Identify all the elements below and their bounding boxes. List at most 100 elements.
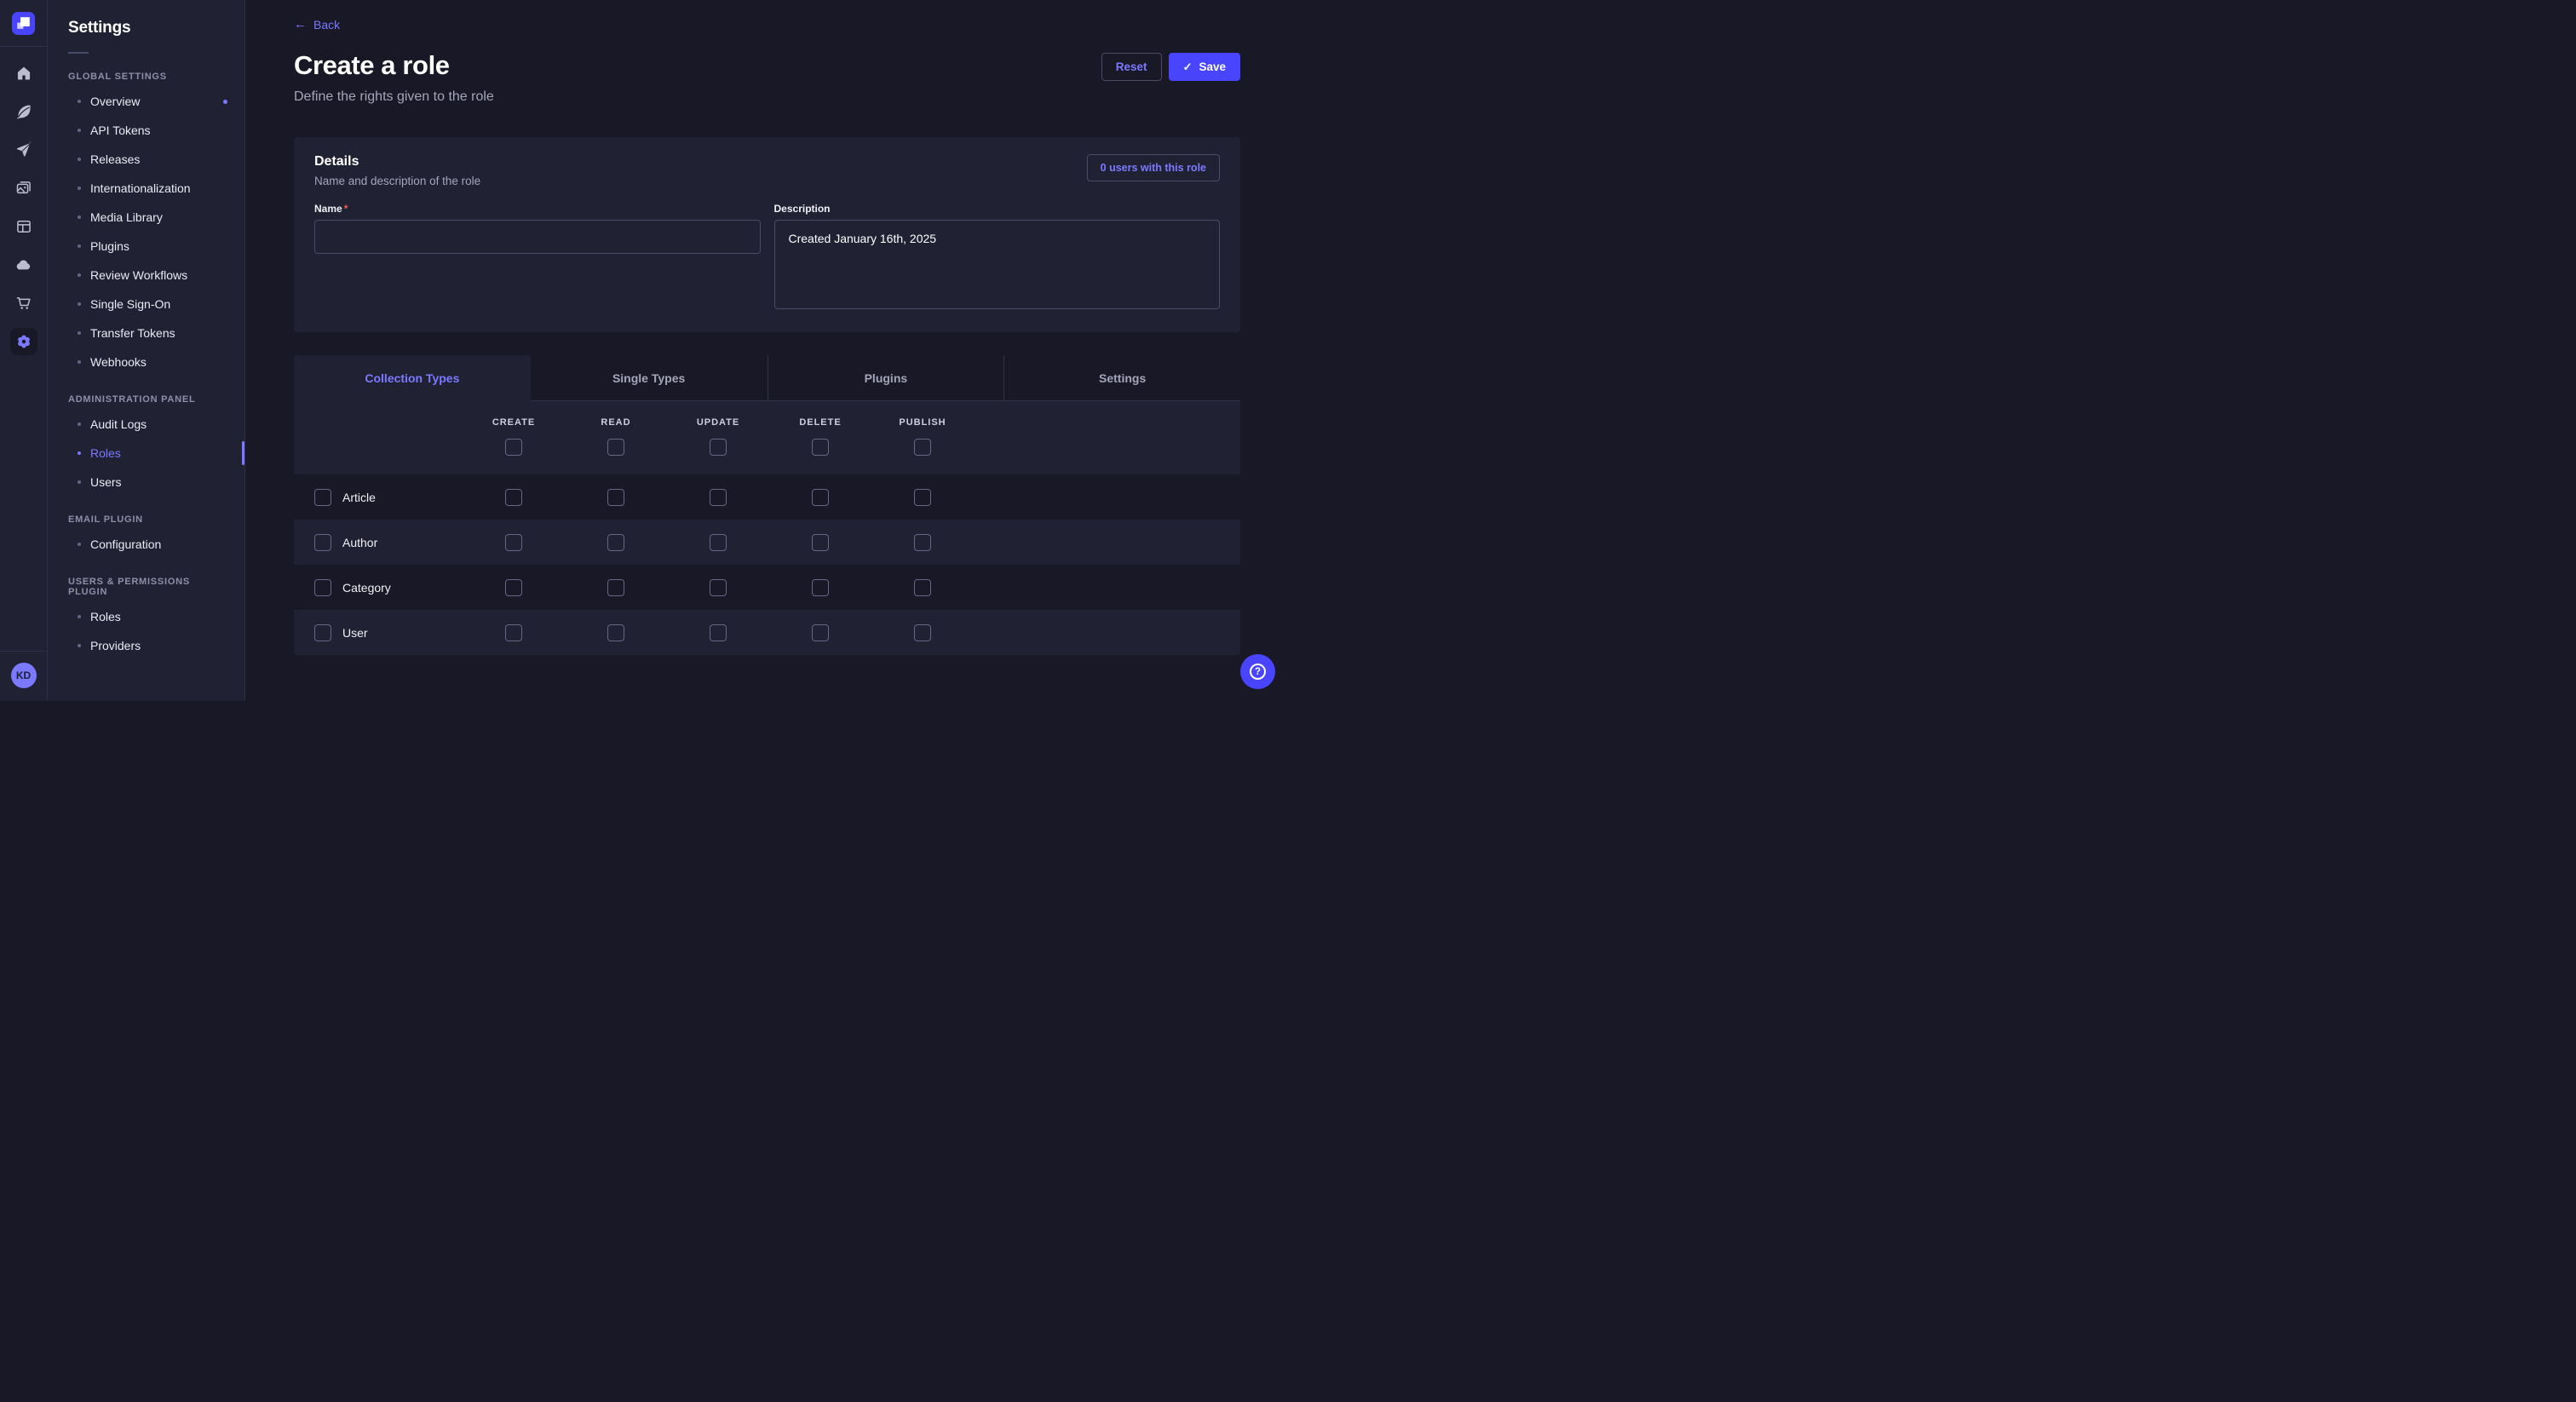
- sidebar-layout-button[interactable]: [10, 213, 37, 240]
- back-link[interactable]: ← Back: [294, 18, 340, 32]
- content-type-label: Article: [342, 491, 376, 504]
- sidebar-item-label: Internationalization: [90, 181, 191, 195]
- sidebar-item-label: Overview: [90, 95, 140, 108]
- category-read-checkbox[interactable]: [607, 579, 624, 596]
- permission-cell: [769, 534, 871, 551]
- page-content: ← Back Create a role Define the rights g…: [245, 0, 1288, 655]
- row-name-cell: Article: [294, 489, 463, 506]
- sidebar-item-label: Releases: [90, 152, 140, 166]
- sidebar-cloud-button[interactable]: [10, 251, 37, 279]
- strapi-logo[interactable]: [12, 12, 35, 35]
- sidebar-item-webhooks[interactable]: Webhooks: [48, 348, 244, 376]
- article-delete-checkbox[interactable]: [812, 489, 829, 506]
- bullet-icon: [78, 273, 81, 277]
- sidebar-item-label: Providers: [90, 639, 141, 652]
- user-publish-checkbox[interactable]: [914, 624, 931, 641]
- user-create-checkbox[interactable]: [505, 624, 522, 641]
- select-all-read-checkbox[interactable]: [607, 439, 624, 456]
- sidebar-cart-button[interactable]: [10, 290, 37, 317]
- required-asterisk: *: [344, 203, 348, 215]
- article-publish-checkbox[interactable]: [914, 489, 931, 506]
- article-create-checkbox[interactable]: [505, 489, 522, 506]
- nav-section-title: ADMINISTRATION PANEL: [48, 394, 244, 405]
- sidebar-paper-plane-button[interactable]: [10, 136, 37, 164]
- user-read-checkbox[interactable]: [607, 624, 624, 641]
- category-update-checkbox[interactable]: [710, 579, 727, 596]
- bullet-icon: [78, 187, 81, 190]
- sidebar-item-internationalization[interactable]: Internationalization: [48, 174, 244, 203]
- user-update-checkbox[interactable]: [710, 624, 727, 641]
- sidebar-item-releases[interactable]: Releases: [48, 145, 244, 174]
- description-input[interactable]: Created January 16th, 2025: [774, 220, 1221, 309]
- bullet-icon: [78, 480, 81, 484]
- sidebar-item-roles[interactable]: Roles: [48, 602, 244, 631]
- avatar[interactable]: KD: [11, 663, 37, 688]
- bullet-icon: [78, 100, 81, 103]
- nav-section-title: EMAIL PLUGIN: [48, 514, 244, 525]
- author-create-checkbox[interactable]: [505, 534, 522, 551]
- description-label: Description: [774, 203, 1221, 215]
- category-publish-checkbox[interactable]: [914, 579, 931, 596]
- column-label: DELETE: [799, 417, 841, 428]
- page-header: Create a role Define the rights given to…: [294, 50, 1240, 105]
- sidebar-item-overview[interactable]: Overview: [48, 87, 244, 116]
- column-label: UPDATE: [697, 417, 739, 428]
- permissions-section: Collection TypesSingle TypesPluginsSetti…: [294, 355, 1240, 655]
- details-subtitle: Name and description of the role: [314, 175, 480, 187]
- reset-button[interactable]: Reset: [1101, 53, 1162, 81]
- details-card-titles: Details Name and description of the role: [314, 154, 480, 187]
- sidebar-item-transfer-tokens[interactable]: Transfer Tokens: [48, 319, 244, 348]
- sidebar-item-configuration[interactable]: Configuration: [48, 530, 244, 559]
- column-label: READ: [601, 417, 630, 428]
- nav-section-items: Roles Providers: [48, 602, 244, 660]
- sidebar-item-review-workflows[interactable]: Review Workflows: [48, 261, 244, 290]
- author-read-checkbox[interactable]: [607, 534, 624, 551]
- sidebar-gear-button[interactable]: [10, 328, 37, 355]
- permission-cell: [871, 579, 974, 596]
- author-publish-checkbox[interactable]: [914, 534, 931, 551]
- sidebar-item-providers[interactable]: Providers: [48, 631, 244, 660]
- tab-collection-types[interactable]: Collection Types: [294, 355, 531, 401]
- author-update-checkbox[interactable]: [710, 534, 727, 551]
- help-button[interactable]: ?: [1240, 654, 1275, 689]
- category-row-checkbox[interactable]: [314, 579, 331, 596]
- select-all-update-checkbox[interactable]: [710, 439, 727, 456]
- sidebar-item-roles[interactable]: Roles: [48, 439, 244, 468]
- author-row-checkbox[interactable]: [314, 534, 331, 551]
- sidebar-item-users[interactable]: Users: [48, 468, 244, 497]
- images-icon: [15, 180, 32, 197]
- sidebar-item-audit-logs[interactable]: Audit Logs: [48, 410, 244, 439]
- sidebar-images-button[interactable]: [10, 175, 37, 202]
- sidebar-home-button[interactable]: [10, 60, 37, 87]
- article-read-checkbox[interactable]: [607, 489, 624, 506]
- article-update-checkbox[interactable]: [710, 489, 727, 506]
- user-row-checkbox[interactable]: [314, 624, 331, 641]
- sidebar-item-label: Roles: [90, 446, 121, 460]
- select-all-create-checkbox[interactable]: [505, 439, 522, 456]
- tab-single-types[interactable]: Single Types: [531, 355, 768, 401]
- sidebar-feather-button[interactable]: [10, 98, 37, 125]
- tab-plugins[interactable]: Plugins: [768, 355, 1004, 401]
- sidebar-item-media-library[interactable]: Media Library: [48, 203, 244, 232]
- name-input[interactable]: [314, 220, 761, 254]
- article-row-checkbox[interactable]: [314, 489, 331, 506]
- sidebar-divider: [0, 46, 47, 47]
- select-all-publish-checkbox[interactable]: [914, 439, 931, 456]
- sidebar-item-api-tokens[interactable]: API Tokens: [48, 116, 244, 145]
- save-button[interactable]: ✓ Save: [1169, 53, 1240, 81]
- permission-cell: [667, 489, 769, 506]
- tab-settings[interactable]: Settings: [1003, 355, 1240, 401]
- users-with-role-button[interactable]: 0 users with this role: [1087, 154, 1220, 181]
- settings-subnav: Settings GLOBAL SETTINGSOverviewAPI Toke…: [48, 0, 245, 701]
- permission-cell: [871, 624, 974, 641]
- permissions-tabs: Collection TypesSingle TypesPluginsSetti…: [294, 355, 1240, 401]
- home-icon: [15, 65, 32, 82]
- select-all-delete-checkbox[interactable]: [812, 439, 829, 456]
- sidebar-item-plugins[interactable]: Plugins: [48, 232, 244, 261]
- author-delete-checkbox[interactable]: [812, 534, 829, 551]
- sidebar-item-single-sign-on[interactable]: Single Sign-On: [48, 290, 244, 319]
- user-delete-checkbox[interactable]: [812, 624, 829, 641]
- save-label: Save: [1199, 60, 1226, 73]
- category-delete-checkbox[interactable]: [812, 579, 829, 596]
- category-create-checkbox[interactable]: [505, 579, 522, 596]
